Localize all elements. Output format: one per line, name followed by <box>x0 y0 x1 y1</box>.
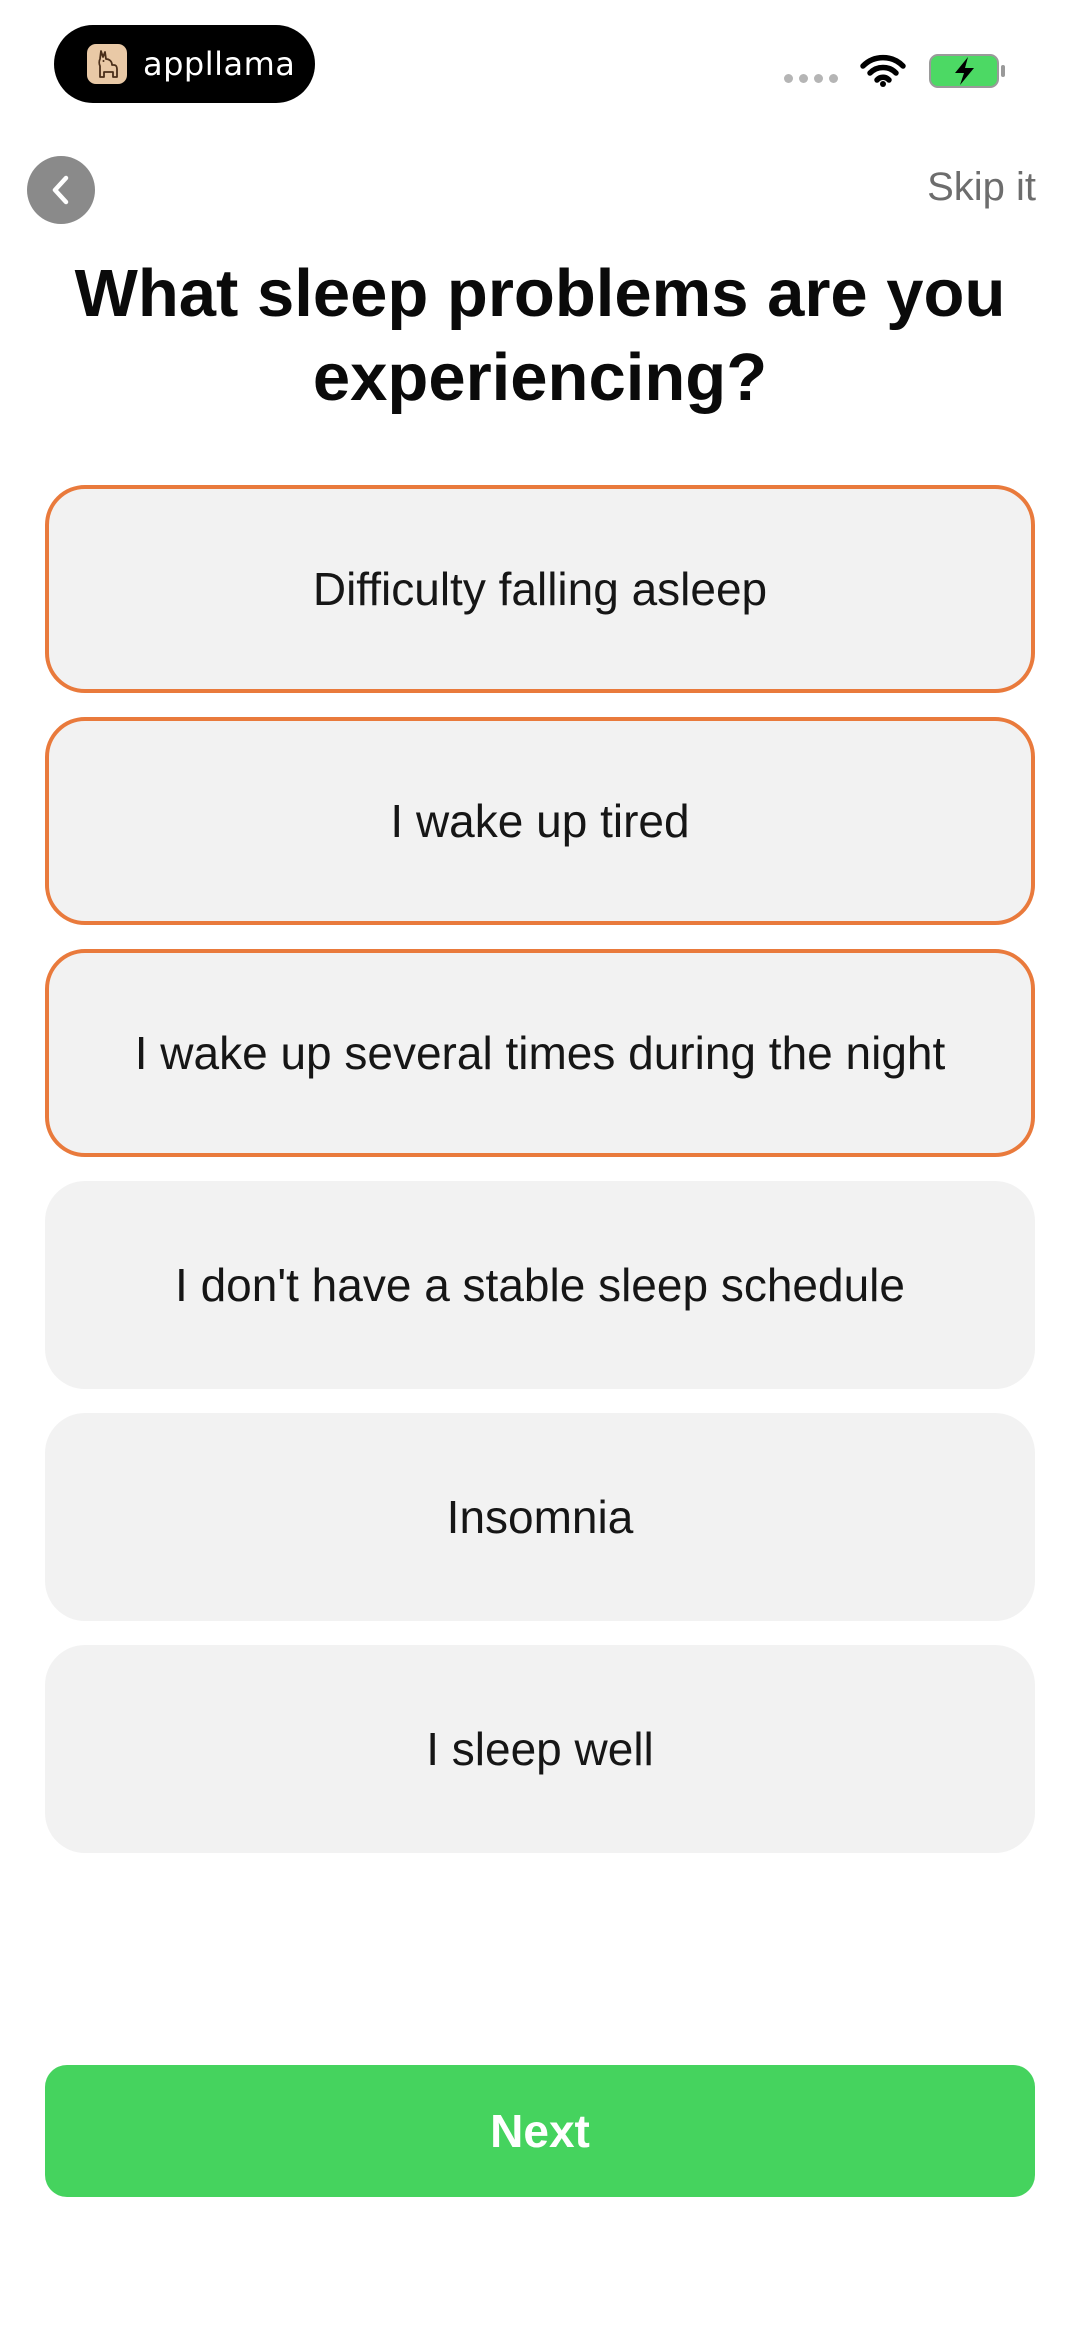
option-wake-up-tired[interactable]: I wake up tired <box>45 717 1035 925</box>
option-difficulty-falling-asleep[interactable]: Difficulty falling asleep <box>45 485 1035 693</box>
option-no-stable-schedule[interactable]: I don't have a stable sleep schedule <box>45 1181 1035 1389</box>
battery-charging-icon <box>929 54 1005 88</box>
next-button[interactable]: Next <box>45 2065 1035 2197</box>
options-list: Difficulty falling asleep I wake up tire… <box>45 485 1035 1853</box>
app-brand-pill: appllama <box>54 25 315 103</box>
wifi-icon <box>860 54 906 87</box>
skip-button[interactable]: Skip it <box>927 165 1036 210</box>
status-icons <box>784 52 1008 90</box>
chevron-left-icon <box>52 175 69 205</box>
back-button[interactable] <box>27 156 95 224</box>
option-insomnia[interactable]: Insomnia <box>45 1413 1035 1621</box>
option-sleep-well[interactable]: I sleep well <box>45 1645 1035 1853</box>
brand-name: appllama <box>143 45 296 83</box>
option-wake-up-several-times[interactable]: I wake up several times during the night <box>45 949 1035 1157</box>
llama-icon <box>87 44 127 84</box>
cellular-signal-icon <box>784 73 838 83</box>
page-title: What sleep problems are you experiencing… <box>74 256 1006 415</box>
